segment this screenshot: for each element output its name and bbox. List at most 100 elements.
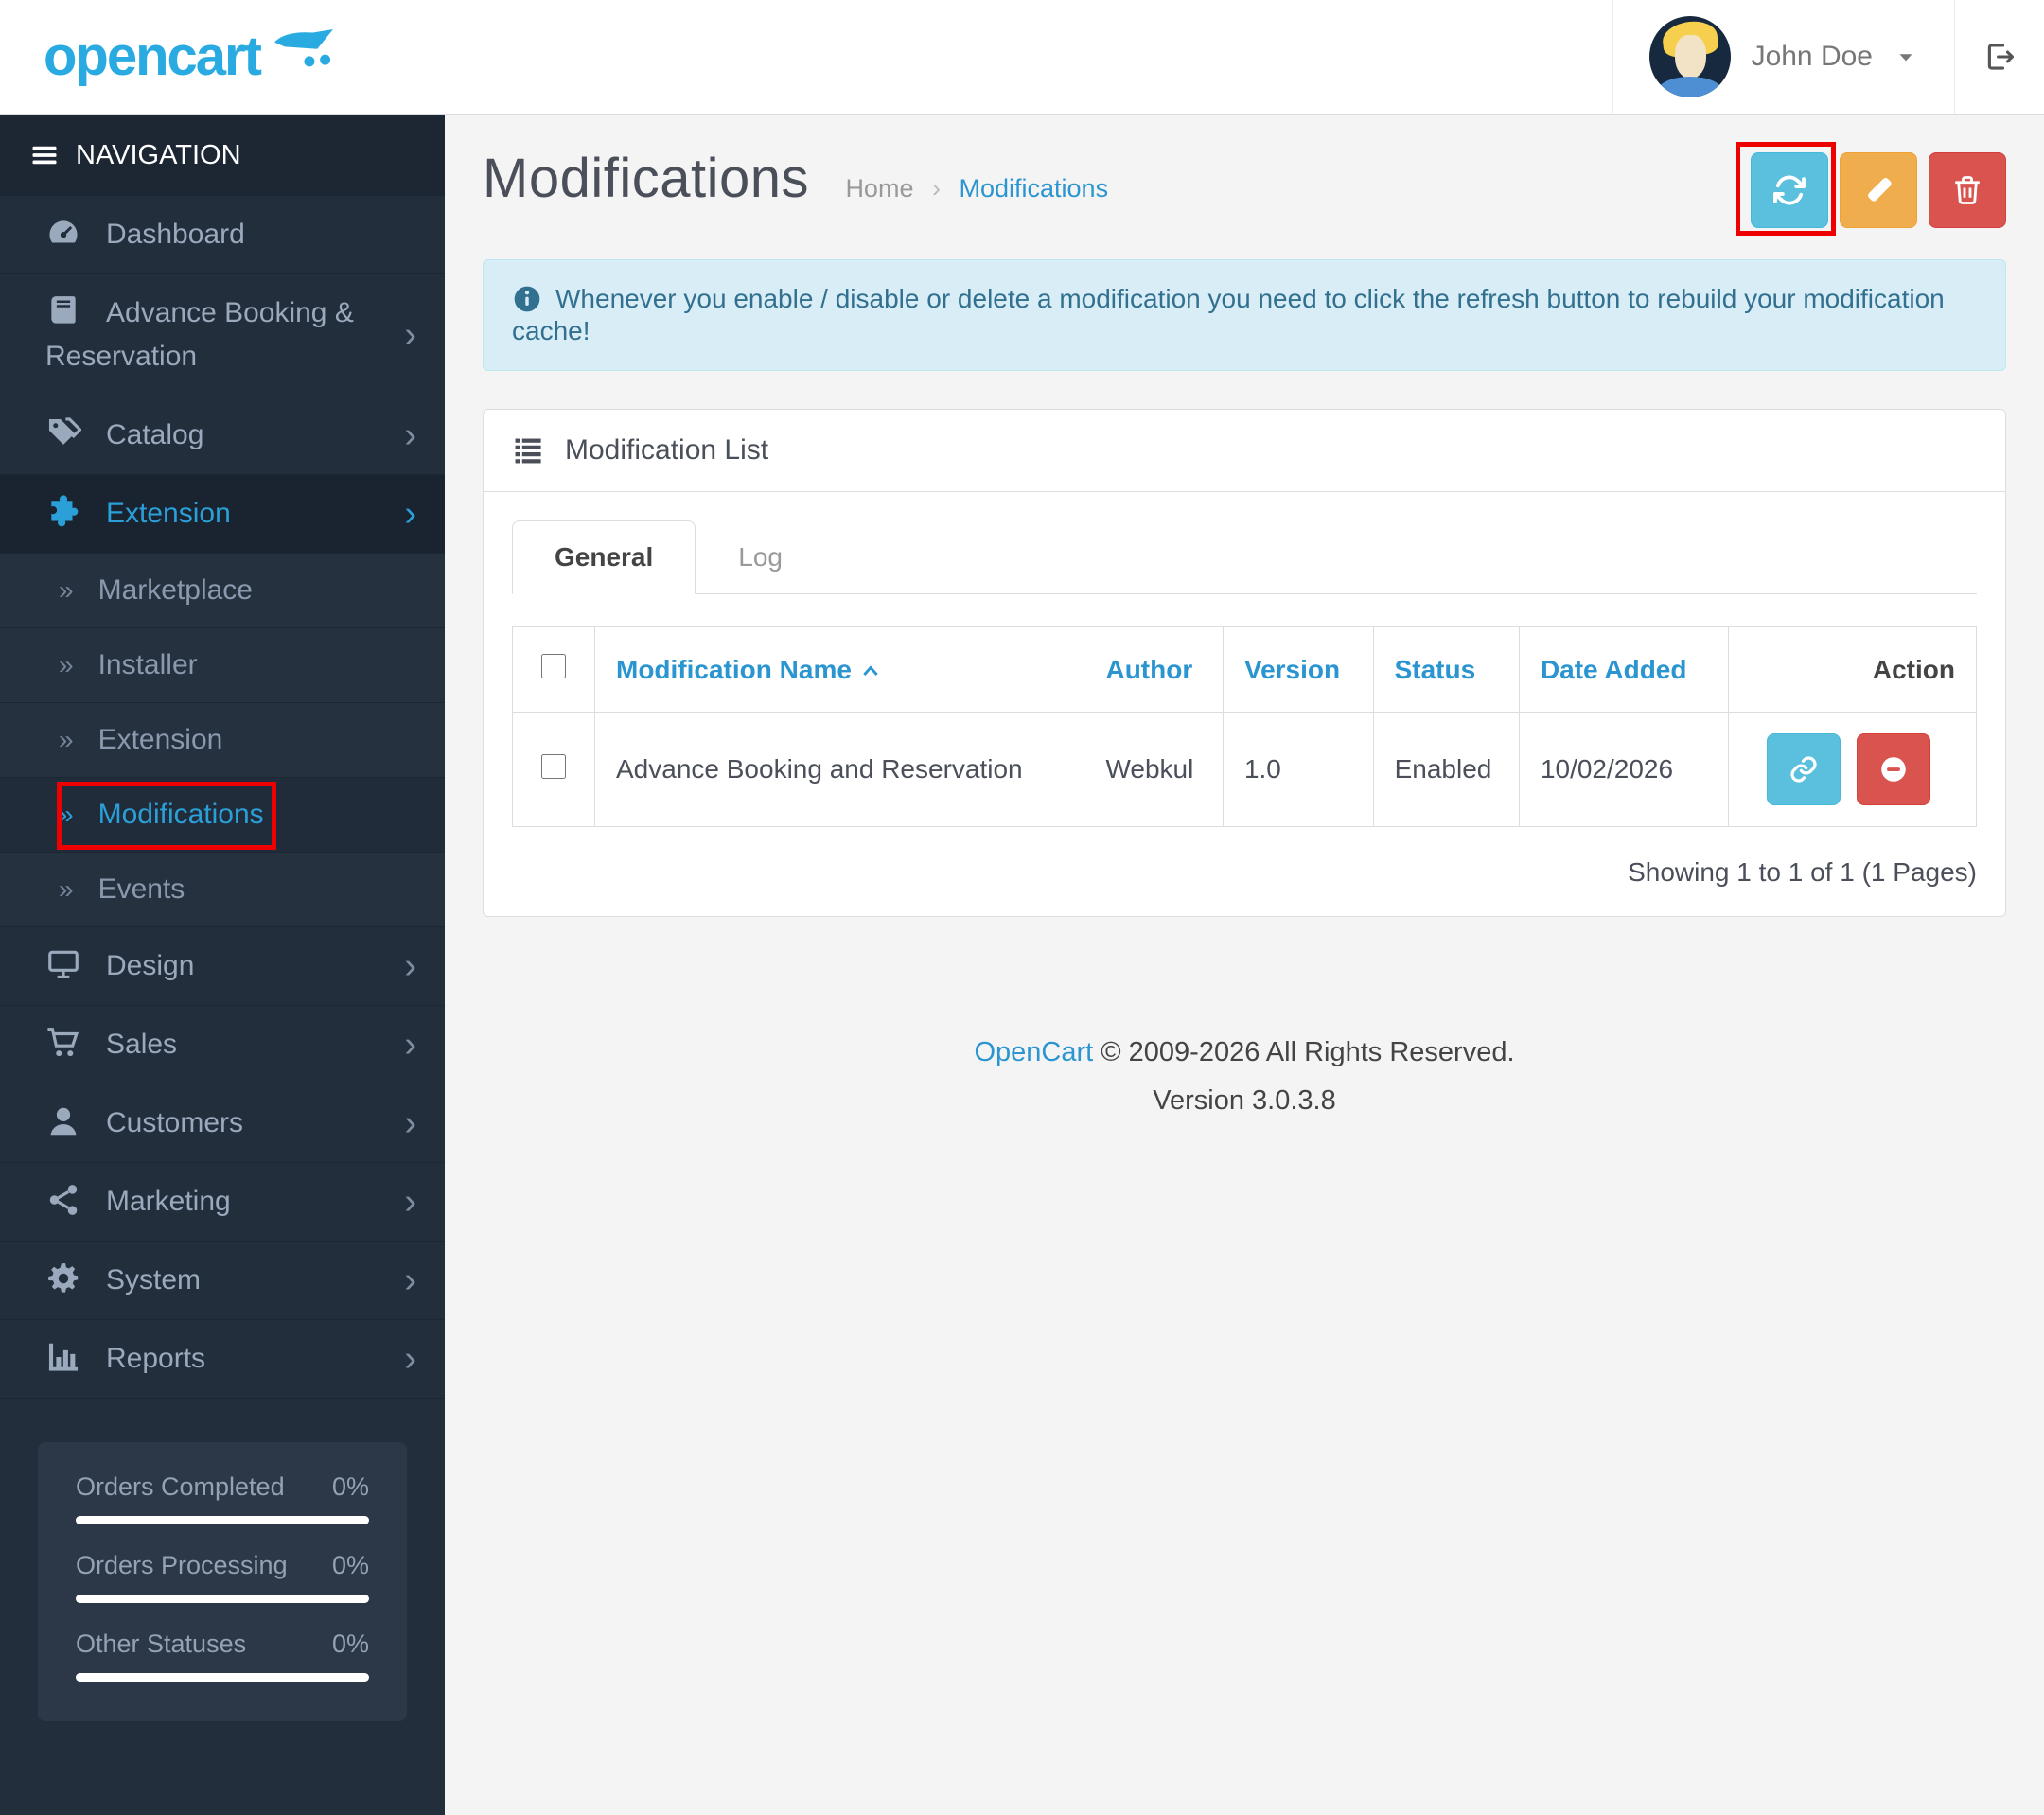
sidebar-item-label: Sales bbox=[106, 1029, 178, 1060]
clear-button[interactable] bbox=[1840, 152, 1917, 228]
opencart-admin-page: { "header": { "logo_text": "opencart", "… bbox=[0, 0, 2044, 1815]
sidebar-item-label: Catalog bbox=[106, 419, 204, 450]
sidebar-item-extension[interactable]: Extension › bbox=[0, 475, 445, 554]
stat-label: Other Statuses bbox=[76, 1630, 247, 1658]
puzzle-icon bbox=[51, 495, 79, 527]
sidebar-item-design[interactable]: Design › bbox=[0, 927, 445, 1006]
sidebar-item-marketing[interactable]: Marketing › bbox=[0, 1163, 445, 1242]
sidebar-item-customers[interactable]: Customers › bbox=[0, 1084, 445, 1163]
row-checkbox[interactable] bbox=[541, 753, 566, 779]
progress-bar bbox=[76, 1516, 369, 1524]
opencart-link[interactable]: OpenCart bbox=[974, 1037, 1093, 1067]
sort-modification-name-link[interactable]: Modification Name bbox=[616, 655, 880, 684]
logo-text: opencart bbox=[44, 26, 262, 87]
breadcrumb-current-link[interactable]: Modifications bbox=[960, 174, 1109, 203]
panel-title: Modification List bbox=[565, 434, 769, 466]
sidebar-item-label: Extension bbox=[97, 724, 223, 755]
tab-general[interactable]: General bbox=[512, 520, 696, 594]
stat-orders-processing: Orders Processing 0% bbox=[76, 1551, 369, 1603]
sidebar-item-reports[interactable]: Reports › bbox=[0, 1320, 445, 1399]
link-icon bbox=[1790, 756, 1817, 783]
sidebar-navigation-header[interactable]: NAVIGATION bbox=[0, 115, 445, 196]
row-link-button[interactable] bbox=[1767, 733, 1841, 805]
sidebar-item-extension-sub[interactable]: » Extension bbox=[0, 703, 445, 778]
double-chevron-icon: » bbox=[59, 874, 74, 904]
refresh-button[interactable] bbox=[1751, 152, 1828, 228]
sidebar-item-label: Installer bbox=[97, 649, 198, 680]
sidebar-item-events[interactable]: » Events bbox=[0, 853, 445, 927]
sort-status-link[interactable]: Status bbox=[1395, 655, 1476, 684]
row-disable-button[interactable] bbox=[1857, 733, 1930, 805]
trash-icon bbox=[1955, 176, 1980, 204]
sort-version-link[interactable]: Version bbox=[1244, 655, 1340, 684]
alert-text: Whenever you enable / disable or delete … bbox=[512, 284, 1945, 345]
stat-orders-completed: Orders Completed 0% bbox=[76, 1472, 369, 1524]
tab-bar: General Log bbox=[512, 520, 1977, 594]
footer: OpenCart © 2009-2026 All Rights Reserved… bbox=[445, 1029, 2044, 1125]
cart-icon bbox=[47, 1028, 79, 1057]
modification-table: Modification Name Author Version Status … bbox=[512, 626, 1978, 827]
sort-author-link[interactable]: Author bbox=[1105, 655, 1192, 684]
breadcrumb-home-link[interactable]: Home bbox=[845, 174, 913, 203]
select-all-checkbox[interactable] bbox=[541, 654, 566, 678]
user-name: John Doe bbox=[1751, 41, 1873, 72]
modification-list-panel: Modification List General Log Modificati… bbox=[483, 409, 2006, 917]
sort-asc-icon bbox=[863, 664, 878, 676]
sidebar-item-label: Customers bbox=[106, 1107, 244, 1138]
logo-cart-icon bbox=[274, 28, 333, 67]
action-column-header: Action bbox=[1727, 626, 1978, 713]
stat-label: Orders Processing bbox=[76, 1551, 288, 1579]
user-menu[interactable]: John Doe bbox=[1612, 0, 1954, 114]
sidebar-item-dashboard[interactable]: Dashboard bbox=[0, 196, 445, 274]
sidebar-item-advance-booking[interactable]: Advance Booking & Reservation › bbox=[0, 274, 445, 396]
caret-down-icon bbox=[1899, 54, 1912, 62]
logout-button[interactable] bbox=[1954, 0, 2044, 114]
chevron-right-icon: › bbox=[404, 1025, 416, 1065]
breadcrumb: Home › Modifications bbox=[845, 174, 1108, 203]
sort-date-added-link[interactable]: Date Added bbox=[1541, 655, 1687, 684]
cell-date-added: 10/02/2026 bbox=[1518, 712, 1729, 827]
cell-author: Webkul bbox=[1084, 712, 1224, 827]
breadcrumb-separator: › bbox=[931, 174, 941, 203]
dashboard-icon bbox=[49, 220, 78, 243]
progress-bar bbox=[76, 1673, 369, 1682]
sidebar-item-label: Extension bbox=[106, 498, 231, 529]
order-stats-panel: Orders Completed 0% Orders Processing 0%… bbox=[38, 1442, 407, 1721]
list-icon bbox=[515, 438, 541, 464]
book-icon bbox=[51, 296, 76, 324]
sidebar-item-sales[interactable]: Sales › bbox=[0, 1006, 445, 1084]
sidebar-item-installer[interactable]: » Installer bbox=[0, 628, 445, 703]
cell-status: Enabled bbox=[1372, 712, 1520, 827]
double-chevron-icon: » bbox=[59, 650, 74, 679]
info-icon bbox=[514, 286, 540, 312]
refresh-icon bbox=[1773, 175, 1806, 205]
sidebar-item-label: Advance Booking & Reservation bbox=[45, 297, 354, 372]
main-content: Modifications Home › Modifications Whene… bbox=[445, 115, 2044, 1815]
sidebar-item-label: Marketing bbox=[106, 1186, 231, 1217]
monitor-icon bbox=[48, 950, 79, 979]
pagination-status: Showing 1 to 1 of 1 (1 Pages) bbox=[1628, 857, 1977, 887]
footer-version: Version 3.0.3.8 bbox=[1153, 1084, 1336, 1116]
tab-log[interactable]: Log bbox=[696, 520, 825, 594]
user-icon bbox=[50, 1107, 77, 1136]
sidebar-item-catalog[interactable]: Catalog › bbox=[0, 396, 445, 475]
cell-version: 1.0 bbox=[1222, 712, 1374, 827]
sidebar-item-modifications[interactable]: » Modifications bbox=[0, 778, 445, 853]
sidebar: NAVIGATION Dashboard Advance Booking & R… bbox=[0, 115, 445, 1815]
stat-label: Orders Completed bbox=[76, 1472, 285, 1501]
navigation-label: NAVIGATION bbox=[76, 140, 241, 170]
double-chevron-icon: » bbox=[59, 575, 74, 605]
sidebar-item-marketplace[interactable]: » Marketplace bbox=[0, 554, 445, 628]
gear-icon bbox=[48, 1263, 79, 1293]
delete-button[interactable] bbox=[1929, 152, 2006, 228]
stat-value: 0% bbox=[331, 1551, 369, 1579]
table-header-row: Modification Name Author Version Status … bbox=[512, 626, 1978, 713]
info-alert: Whenever you enable / disable or delete … bbox=[483, 259, 2006, 371]
sidebar-item-label: System bbox=[106, 1264, 202, 1295]
opencart-logo[interactable]: opencart bbox=[0, 0, 445, 114]
double-chevron-icon: » bbox=[59, 800, 74, 829]
logout-icon bbox=[1987, 44, 2015, 70]
chevron-right-icon: › bbox=[404, 1182, 416, 1222]
sidebar-item-system[interactable]: System › bbox=[0, 1242, 445, 1320]
panel-heading: Modification List bbox=[484, 410, 2005, 492]
